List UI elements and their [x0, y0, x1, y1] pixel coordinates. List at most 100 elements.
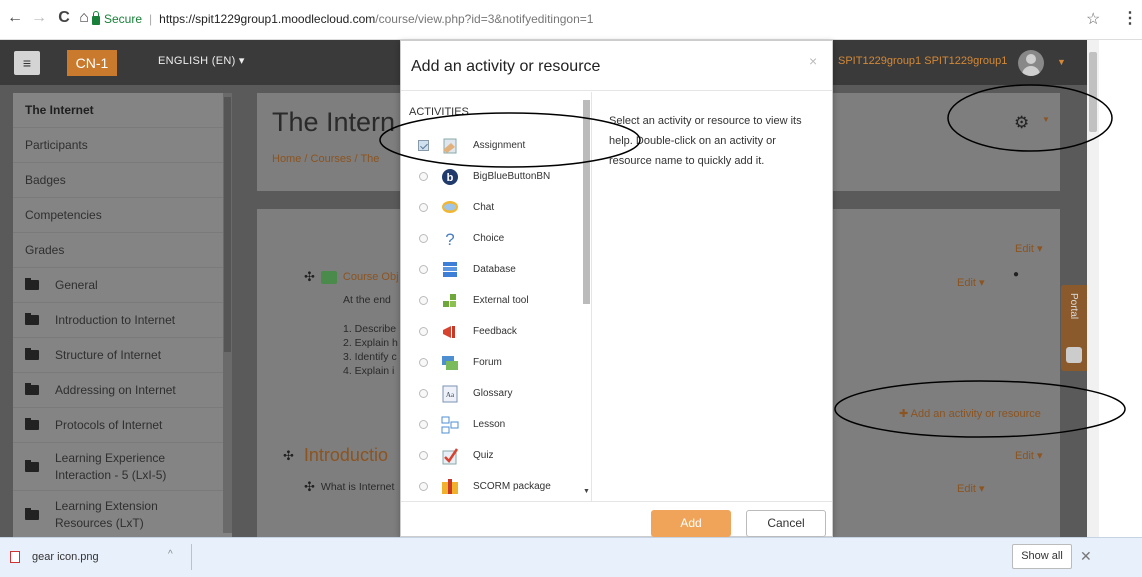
- option-assignment[interactable]: Assignment: [401, 130, 581, 161]
- page-margin: [1099, 40, 1142, 537]
- avatar[interactable]: [1018, 50, 1044, 76]
- database-icon: [441, 261, 459, 279]
- option-lesson[interactable]: Lesson: [401, 409, 581, 440]
- sidebar-item-label: Grades: [25, 243, 65, 257]
- sidebar-item-addressing[interactable]: Addressing on Internet: [13, 373, 232, 408]
- bookmark-star-icon[interactable]: ☆: [1086, 9, 1100, 29]
- language-menu[interactable]: ENGLISH (EN) ▾: [158, 54, 245, 67]
- back-arrow-icon[interactable]: ←: [6, 9, 24, 27]
- sidebar-item-protocols[interactable]: Protocols of Internet: [13, 408, 232, 443]
- sidebar-item-label: Competencies: [25, 208, 102, 222]
- option-chat[interactable]: Chat: [401, 192, 581, 223]
- radio-button[interactable]: [419, 234, 428, 243]
- scroll-down-arrow-icon[interactable]: ▼: [583, 488, 590, 495]
- move-icon[interactable]: ✣: [304, 479, 315, 495]
- radio-button[interactable]: [419, 172, 428, 181]
- course-short-name[interactable]: CN-1: [67, 50, 117, 76]
- help-text: Select an activity or resource to view i…: [609, 115, 802, 167]
- home-icon[interactable]: ⌂: [75, 9, 93, 27]
- radio-button[interactable]: [419, 296, 428, 305]
- gear-icon[interactable]: ⚙: [1014, 113, 1029, 133]
- sidebar-scrollbar-thumb[interactable]: [224, 97, 231, 352]
- page-scrollbar[interactable]: [1087, 40, 1099, 537]
- option-glossary[interactable]: Aa Glossary: [401, 378, 581, 409]
- option-quiz[interactable]: Quiz: [401, 440, 581, 471]
- sidebar-item-label: Participants: [25, 138, 88, 152]
- secure-indicator[interactable]: Secure: [92, 11, 142, 26]
- folder-icon: [25, 278, 39, 290]
- chevron-up-icon[interactable]: ^: [168, 549, 173, 560]
- sidebar-item-badges[interactable]: Badges: [13, 163, 232, 198]
- option-scorm[interactable]: SCORM package: [401, 471, 581, 501]
- option-choice[interactable]: ? Choice: [401, 223, 581, 254]
- sidebar-item-participants[interactable]: Participants: [13, 128, 232, 163]
- quiz-icon: [441, 447, 459, 465]
- radio-button[interactable]: [419, 420, 428, 429]
- body-text: At the end: [343, 294, 391, 306]
- page-scrollbar-thumb[interactable]: [1089, 52, 1097, 132]
- downloads-bar: gear icon.png ^ Show all ✕: [0, 537, 1142, 577]
- add-button[interactable]: Add: [651, 510, 731, 537]
- options-scrollbar-thumb[interactable]: [583, 100, 590, 304]
- sidebar-item-grades[interactable]: Grades: [13, 233, 232, 268]
- section-title: ✣ Introductio: [283, 445, 388, 466]
- radio-button[interactable]: [419, 203, 428, 212]
- move-icon[interactable]: ✣: [283, 448, 294, 464]
- edit-menu[interactable]: Edit ▾: [957, 276, 985, 289]
- edit-menu[interactable]: Edit ▾: [1015, 242, 1043, 255]
- sidebar-item-the-internet[interactable]: The Internet: [13, 93, 232, 128]
- address-bar[interactable]: Secure | https://spit1229group1.moodlecl…: [92, 6, 1077, 32]
- activity-link[interactable]: ✣ What is Internet: [304, 479, 394, 495]
- browser-menu-icon[interactable]: ⋮: [1122, 8, 1138, 28]
- add-activity-link[interactable]: ✚ Add an activity or resource: [899, 407, 1041, 420]
- radio-button[interactable]: [419, 358, 428, 367]
- sidebar-item-learning-experience[interactable]: Learning Experience Interaction - 5 (LxI…: [13, 443, 232, 491]
- download-item[interactable]: gear icon.png: [10, 551, 99, 563]
- course-objectives-link[interactable]: ✣ Course Obj: [304, 269, 399, 285]
- radio-selected-checkbox[interactable]: [418, 140, 429, 151]
- forum-icon: [441, 354, 459, 372]
- option-feedback[interactable]: Feedback: [401, 316, 581, 347]
- sidebar: The Internet Participants Badges Compete…: [13, 93, 232, 537]
- chevron-down-icon[interactable]: ▼: [1042, 115, 1050, 124]
- forward-arrow-icon[interactable]: →: [30, 9, 48, 27]
- sidebar-item-structure[interactable]: Structure of Internet: [13, 338, 232, 373]
- option-label: Choice: [473, 233, 505, 244]
- edit-menu[interactable]: Edit ▾: [957, 482, 985, 495]
- sidebar-item-label: General: [55, 278, 98, 292]
- option-label: Glossary: [473, 388, 513, 399]
- forum-icon: [320, 270, 337, 284]
- close-icon[interactable]: ×: [809, 53, 817, 69]
- reload-icon[interactable]: C: [55, 9, 73, 27]
- sidebar-item-general[interactable]: General: [13, 268, 232, 303]
- show-all-button[interactable]: Show all: [1012, 544, 1072, 569]
- hamburger-menu-icon[interactable]: ≡: [14, 51, 40, 75]
- option-external-tool[interactable]: External tool: [401, 285, 581, 316]
- options-scrollbar[interactable]: ▼: [582, 100, 591, 501]
- breadcrumb[interactable]: Home / Courses / The: [272, 153, 379, 165]
- option-database[interactable]: Database: [401, 254, 581, 285]
- radio-button[interactable]: [419, 327, 428, 336]
- sidebar-item-learning-extension[interactable]: Learning Extension Resources (LxT): [13, 491, 232, 537]
- activity-label: What is Internet: [320, 481, 395, 493]
- edit-menu[interactable]: Edit ▾: [1015, 449, 1043, 462]
- radio-button[interactable]: [419, 389, 428, 398]
- option-bigbluebutton[interactable]: b BigBlueButtonBN: [401, 161, 581, 192]
- scorm-icon: [441, 478, 459, 496]
- user-name[interactable]: SPIT1229group1 SPIT1229group1: [838, 55, 1007, 67]
- radio-button[interactable]: [419, 265, 428, 274]
- sidebar-item-introduction[interactable]: Introduction to Internet: [13, 303, 232, 338]
- user-icon[interactable]: ●: [1013, 269, 1019, 280]
- radio-button[interactable]: [419, 451, 428, 460]
- dialog-title: Add an activity or resource: [411, 58, 601, 75]
- radio-button[interactable]: [419, 482, 428, 491]
- sidebar-item-competencies[interactable]: Competencies: [13, 198, 232, 233]
- option-forum[interactable]: Forum: [401, 347, 581, 378]
- portal-label: Portal: [1068, 293, 1079, 320]
- cancel-button[interactable]: Cancel: [746, 510, 826, 537]
- close-icon[interactable]: ✕: [1080, 548, 1092, 565]
- move-icon[interactable]: ✣: [304, 269, 315, 285]
- sidebar-item-label: Protocols of Internet: [55, 418, 163, 432]
- portal-tab[interactable]: Portal: [1061, 285, 1087, 371]
- user-menu-caret-icon[interactable]: ▼: [1057, 57, 1066, 67]
